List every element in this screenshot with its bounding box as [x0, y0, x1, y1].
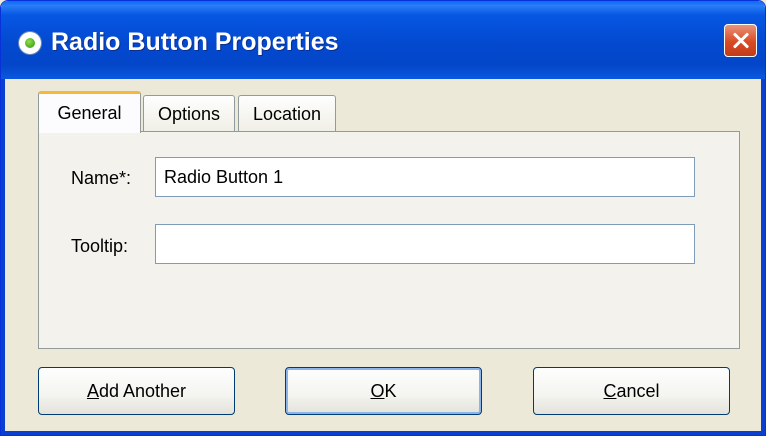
tab-general[interactable]: General	[38, 91, 141, 133]
window-border-right	[761, 79, 765, 435]
window-border-bottom	[1, 431, 765, 435]
add-another-button[interactable]: Add Another	[38, 367, 235, 415]
window-title: Radio Button Properties	[51, 28, 339, 56]
dialog-window: Radio Button Properties General Options …	[0, 0, 766, 436]
tooltip-label: Tooltip:	[71, 236, 129, 256]
tab-location[interactable]: Location	[238, 95, 336, 131]
name-label: Name*:	[71, 168, 132, 188]
general-tab-panel: Name*: Tooltip:	[38, 131, 740, 349]
ok-button[interactable]: OK	[285, 367, 482, 415]
title-bar[interactable]: Radio Button Properties	[1, 1, 765, 79]
name-field[interactable]	[155, 157, 695, 197]
ok-label: K	[384, 381, 397, 401]
window-border-left	[1, 79, 5, 435]
cancel-label: ancel	[616, 381, 660, 401]
close-icon[interactable]	[724, 24, 757, 57]
tooltip-field[interactable]	[155, 224, 695, 264]
add-another-accel: A	[86, 381, 99, 401]
cancel-button[interactable]: Cancel	[533, 367, 730, 415]
add-another-label: dd Another	[98, 381, 187, 401]
ok-accel: O	[370, 381, 385, 401]
radio-button-icon	[19, 32, 41, 54]
tab-options[interactable]: Options	[143, 95, 235, 131]
cancel-accel: C	[603, 381, 617, 401]
